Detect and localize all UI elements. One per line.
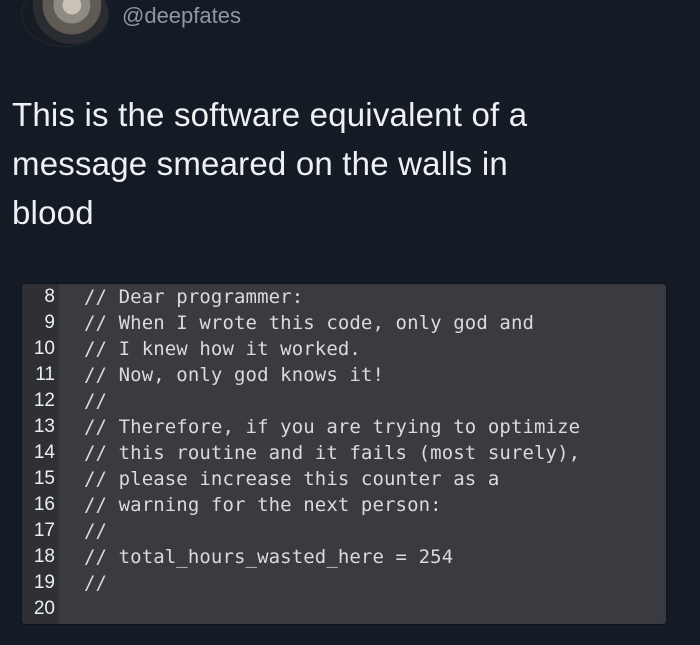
line-number: 11	[35, 364, 55, 385]
code-line: 16 // warning for the next person:	[22, 492, 666, 518]
tweet-line-2: message smeared on the walls in	[12, 145, 508, 182]
code-line: 12 //	[22, 388, 666, 414]
code-comment: // Dear programmer:	[84, 286, 304, 308]
code-comment: // Therefore, if you are trying to optim…	[84, 416, 581, 438]
line-number: 16	[33, 494, 55, 515]
code-line: 13 // Therefore, if you are trying to op…	[22, 414, 666, 440]
line-number: 12	[33, 390, 55, 411]
code-comment: //	[84, 520, 108, 542]
code-comment: // please increase this counter as a	[84, 468, 500, 490]
avatar[interactable]	[22, 0, 108, 46]
code-lines: 8 // Dear programmer: 9 // When I wrote …	[22, 284, 666, 622]
line-number: 10	[33, 338, 55, 359]
line-number: 13	[33, 416, 55, 437]
line-number: 18	[33, 546, 55, 567]
line-number: 17	[33, 520, 55, 541]
code-comment: // Now, only god knows it!	[84, 364, 385, 386]
code-line: 14 // this routine and it fails (most su…	[22, 440, 666, 466]
code-screenshot: 8 // Dear programmer: 9 // When I wrote …	[22, 284, 666, 624]
line-number: 19	[33, 572, 55, 593]
code-comment: // When I wrote this code, only god and	[84, 312, 535, 334]
code-comment: //	[84, 390, 108, 412]
code-line: 9 // When I wrote this code, only god an…	[22, 310, 666, 336]
code-line: 19 //	[22, 570, 666, 596]
code-comment: // total_hours_wasted_here = 254	[84, 546, 454, 568]
code-line: 18 // total_hours_wasted_here = 254	[22, 544, 666, 570]
line-number: 9	[44, 312, 55, 333]
code-line: 20	[22, 596, 666, 622]
code-comment: // warning for the next person:	[84, 494, 442, 516]
code-line: 11 // Now, only god knows it!	[22, 362, 666, 388]
code-line: 15 // please increase this counter as a	[22, 466, 666, 492]
code-comment: //	[84, 572, 108, 594]
code-comment: // this routine and it fails (most surel…	[84, 442, 581, 464]
line-number: 8	[44, 286, 55, 307]
line-number: 15	[33, 468, 55, 489]
username[interactable]: @deepfates	[122, 3, 241, 29]
line-number: 14	[33, 442, 55, 463]
code-comment: // I knew how it worked.	[84, 338, 361, 360]
tweet-line-3: blood	[12, 194, 94, 231]
code-line: 8 // Dear programmer:	[22, 284, 666, 310]
line-number: 20	[33, 598, 55, 619]
tweet-line-1: This is the software equivalent of a	[12, 96, 528, 133]
tweet-text: This is the software equivalent of a mes…	[12, 90, 652, 237]
code-line: 10 // I knew how it worked.	[22, 336, 666, 362]
code-line: 17 //	[22, 518, 666, 544]
